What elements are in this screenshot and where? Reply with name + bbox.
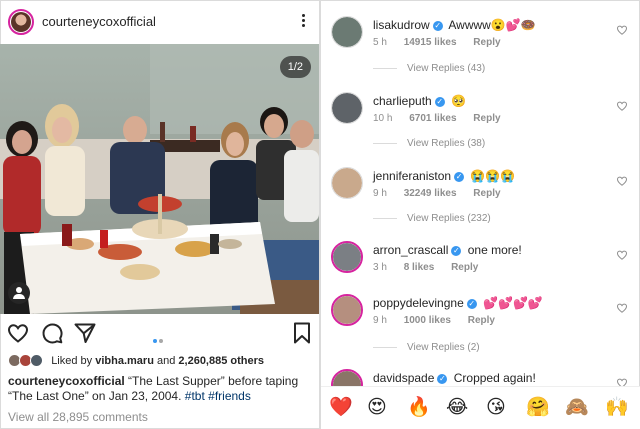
emoji-heart-button[interactable]: ❤️: [329, 395, 353, 419]
comment-time: 10 h: [373, 113, 393, 124]
comment-like-heart-icon[interactable]: [616, 24, 628, 36]
comment-meta: 9 h 1000 likes Reply: [373, 315, 509, 326]
comment-avatar[interactable]: [331, 167, 363, 199]
comment-username[interactable]: davidspade: [373, 371, 434, 385]
view-all-comments-link[interactable]: View all 28,895 comments: [8, 410, 148, 424]
emoji-hug-button[interactable]: 🤗: [526, 395, 550, 419]
comment-reply-button[interactable]: Reply: [468, 315, 495, 326]
comment-like-heart-icon[interactable]: [616, 175, 628, 187]
post-panel: courteneycoxofficial 1/2 Liked by vibha.…: [0, 0, 319, 429]
carousel-indicator: [152, 330, 164, 348]
comment-text-line: davidspade ✓ Cropped again!: [373, 371, 536, 385]
comment-avatar[interactable]: [331, 241, 363, 273]
comment-username[interactable]: lisakudrow: [373, 18, 430, 32]
verified-badge-icon: ✓: [437, 374, 448, 384]
bookmark-icon[interactable]: [290, 321, 314, 345]
comment-text-line: jenniferaniston ✓ 😭😭😭: [373, 169, 515, 183]
comment-likes[interactable]: 14915 likes: [404, 37, 457, 48]
comment-body: Awwww😮💕🍩: [448, 18, 536, 32]
comment-reply-button[interactable]: Reply: [473, 113, 500, 124]
more-icon[interactable]: [300, 12, 306, 32]
view-replies-link[interactable]: View Replies (43): [373, 63, 485, 74]
post-photo-image: [0, 44, 319, 314]
post-author-avatar[interactable]: [8, 9, 34, 35]
view-replies-link[interactable]: View Replies (38): [373, 138, 485, 149]
comment-reply-button[interactable]: Reply: [473, 188, 500, 199]
comment-like-heart-icon[interactable]: [616, 302, 628, 314]
comment-body: 😭😭😭: [470, 169, 516, 183]
comment-username[interactable]: charlieputh: [373, 94, 432, 108]
post-photo[interactable]: 1/2: [0, 44, 319, 314]
verified-badge-icon: ✓: [434, 97, 445, 107]
emoji-heart-eyes-button[interactable]: 😍: [367, 395, 387, 419]
comment-likes[interactable]: 32249 likes: [404, 188, 457, 199]
emoji-fire-button[interactable]: 🔥: [407, 395, 431, 419]
hashtag-tbt[interactable]: #tbt: [185, 389, 205, 403]
comment-body: 🥺: [451, 94, 467, 108]
view-replies-link[interactable]: View Replies (232): [373, 213, 491, 224]
tag-people-icon[interactable]: [8, 282, 30, 304]
emoji-see-no-evil-button[interactable]: 🙈: [565, 395, 589, 419]
emoji-tears-of-joy-button[interactable]: 😂: [446, 395, 468, 419]
comment-avatar[interactable]: [331, 294, 363, 326]
caption-username[interactable]: courteneycoxofficial: [8, 374, 125, 388]
comment-username[interactable]: jenniferaniston: [373, 169, 451, 183]
post-actions: [0, 318, 319, 348]
post-author-username[interactable]: courteneycoxofficial: [42, 14, 156, 29]
comment-like-heart-icon[interactable]: [616, 100, 628, 112]
verified-badge-icon: ✓: [432, 21, 443, 31]
comment-likes[interactable]: 8 likes: [404, 262, 435, 273]
post-header: courteneycoxofficial: [0, 0, 319, 44]
emoji-reaction-bar: ❤️ 😍 🔥 😂 😘 🤗 🙈 🙌: [321, 386, 640, 429]
emoji-kiss-button[interactable]: 😘: [486, 395, 506, 419]
photo-counter: 1/2: [279, 56, 311, 78]
liked-by-user[interactable]: vibha.maru: [95, 355, 154, 367]
liked-by-prefix: Liked by: [51, 354, 93, 367]
heart-icon[interactable]: [6, 321, 30, 345]
comment-time: 9 h: [373, 315, 387, 326]
comment-meta: 9 h 32249 likes Reply: [373, 188, 515, 199]
verified-badge-icon: ✓: [466, 299, 477, 309]
comment-meta: 3 h 8 likes Reply: [373, 262, 492, 273]
hashtag-friends[interactable]: #friends: [208, 389, 251, 403]
comment-like-heart-icon[interactable]: [616, 249, 628, 261]
comment-username[interactable]: poppydelevingne: [373, 296, 464, 310]
comment-body: Cropped again!: [453, 371, 536, 385]
view-replies-link[interactable]: View Replies (2): [373, 342, 480, 353]
liked-by-row[interactable]: Liked by vibha.maru and 2,260,885 others: [8, 354, 264, 370]
comment-icon[interactable]: [40, 321, 64, 345]
comment-meta: 10 h 6701 likes Reply: [373, 113, 515, 124]
comment-body: 💕💕💕💕: [483, 296, 543, 310]
comment-time: 3 h: [373, 262, 387, 273]
comment-text-line: lisakudrow ✓ Awwww😮💕🍩: [373, 18, 536, 32]
post-caption: courteneycoxofficial “The Last Supper” b…: [8, 374, 313, 404]
verified-badge-icon: ✓: [451, 246, 462, 256]
comment-likes[interactable]: 6701 likes: [409, 113, 456, 124]
comment-reply-button[interactable]: Reply: [473, 37, 500, 48]
comment-time: 5 h: [373, 37, 387, 48]
comment-likes[interactable]: 1000 likes: [404, 315, 451, 326]
liker-avatar: [30, 354, 44, 367]
comment-body: one more!: [467, 243, 522, 257]
comment-text-line: arron_crascall ✓ one more!: [373, 243, 522, 257]
share-icon[interactable]: [73, 321, 97, 345]
comment-meta: 5 h 14915 likes Reply: [373, 37, 515, 48]
liked-by-count[interactable]: 2,260,885 others: [178, 355, 264, 367]
carousel-dot: [159, 339, 163, 343]
carousel-dot-active: [153, 339, 157, 343]
comment-time: 9 h: [373, 188, 387, 199]
comments-panel: lisakudrow ✓ Awwww😮💕🍩 5 h 14915 likes Rep…: [321, 0, 640, 429]
verified-badge-icon: ✓: [454, 172, 465, 182]
comment-username[interactable]: arron_crascall: [373, 243, 448, 257]
emoji-raised-hands-button[interactable]: 🙌: [605, 395, 629, 419]
comment-reply-button[interactable]: Reply: [451, 262, 478, 273]
comment-avatar[interactable]: [331, 16, 363, 48]
comment-avatar[interactable]: [331, 92, 363, 124]
liked-by-and: and: [156, 354, 176, 367]
comment-text-line: charlieputh ✓ 🥺: [373, 94, 466, 108]
comment-text-line: poppydelevingne ✓ 💕💕💕💕: [373, 296, 543, 310]
